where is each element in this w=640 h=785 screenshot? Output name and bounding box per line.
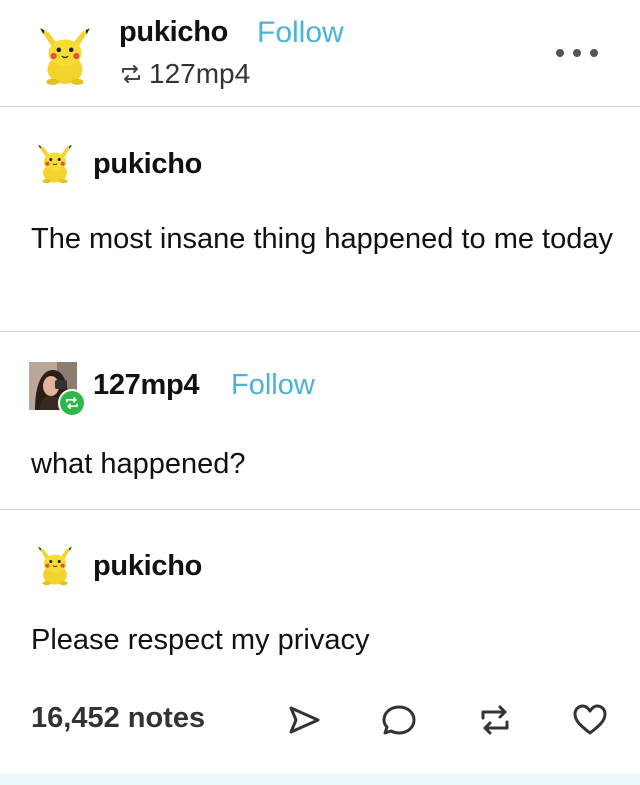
share-icon[interactable] bbox=[283, 699, 325, 741]
bottom-strip bbox=[0, 773, 640, 785]
thread-username[interactable]: 127mp4 bbox=[93, 369, 200, 402]
post-header: pukicho Follow 127mp4 bbox=[0, 0, 640, 107]
pikachu-avatar-icon[interactable] bbox=[34, 24, 96, 86]
reblogged-from[interactable]: 127mp4 bbox=[119, 58, 250, 90]
thread-text: Please respect my privacy bbox=[31, 624, 370, 656]
notes-count[interactable]: 16,452 notes bbox=[31, 702, 205, 735]
divider bbox=[0, 509, 640, 510]
follow-button[interactable]: Follow bbox=[231, 369, 315, 402]
like-icon[interactable] bbox=[569, 699, 611, 741]
reblog-source-label: 127mp4 bbox=[149, 58, 251, 89]
thread-username[interactable]: pukicho bbox=[93, 148, 202, 181]
pikachu-avatar-icon[interactable] bbox=[34, 544, 76, 586]
thread-text: what happened? bbox=[31, 448, 246, 480]
thread-text: The most insane thing happened to me tod… bbox=[31, 223, 613, 255]
reblog-badge-icon bbox=[58, 389, 86, 417]
follow-button[interactable]: Follow bbox=[257, 16, 344, 50]
divider bbox=[0, 331, 640, 332]
more-options-icon[interactable] bbox=[556, 46, 598, 60]
thread-username[interactable]: pukicho bbox=[93, 550, 202, 583]
reply-icon[interactable] bbox=[378, 699, 420, 741]
pikachu-avatar-icon[interactable] bbox=[34, 142, 76, 184]
reblog-icon[interactable] bbox=[474, 699, 516, 741]
header-username[interactable]: pukicho bbox=[119, 16, 228, 49]
reblog-small-icon bbox=[122, 65, 140, 83]
